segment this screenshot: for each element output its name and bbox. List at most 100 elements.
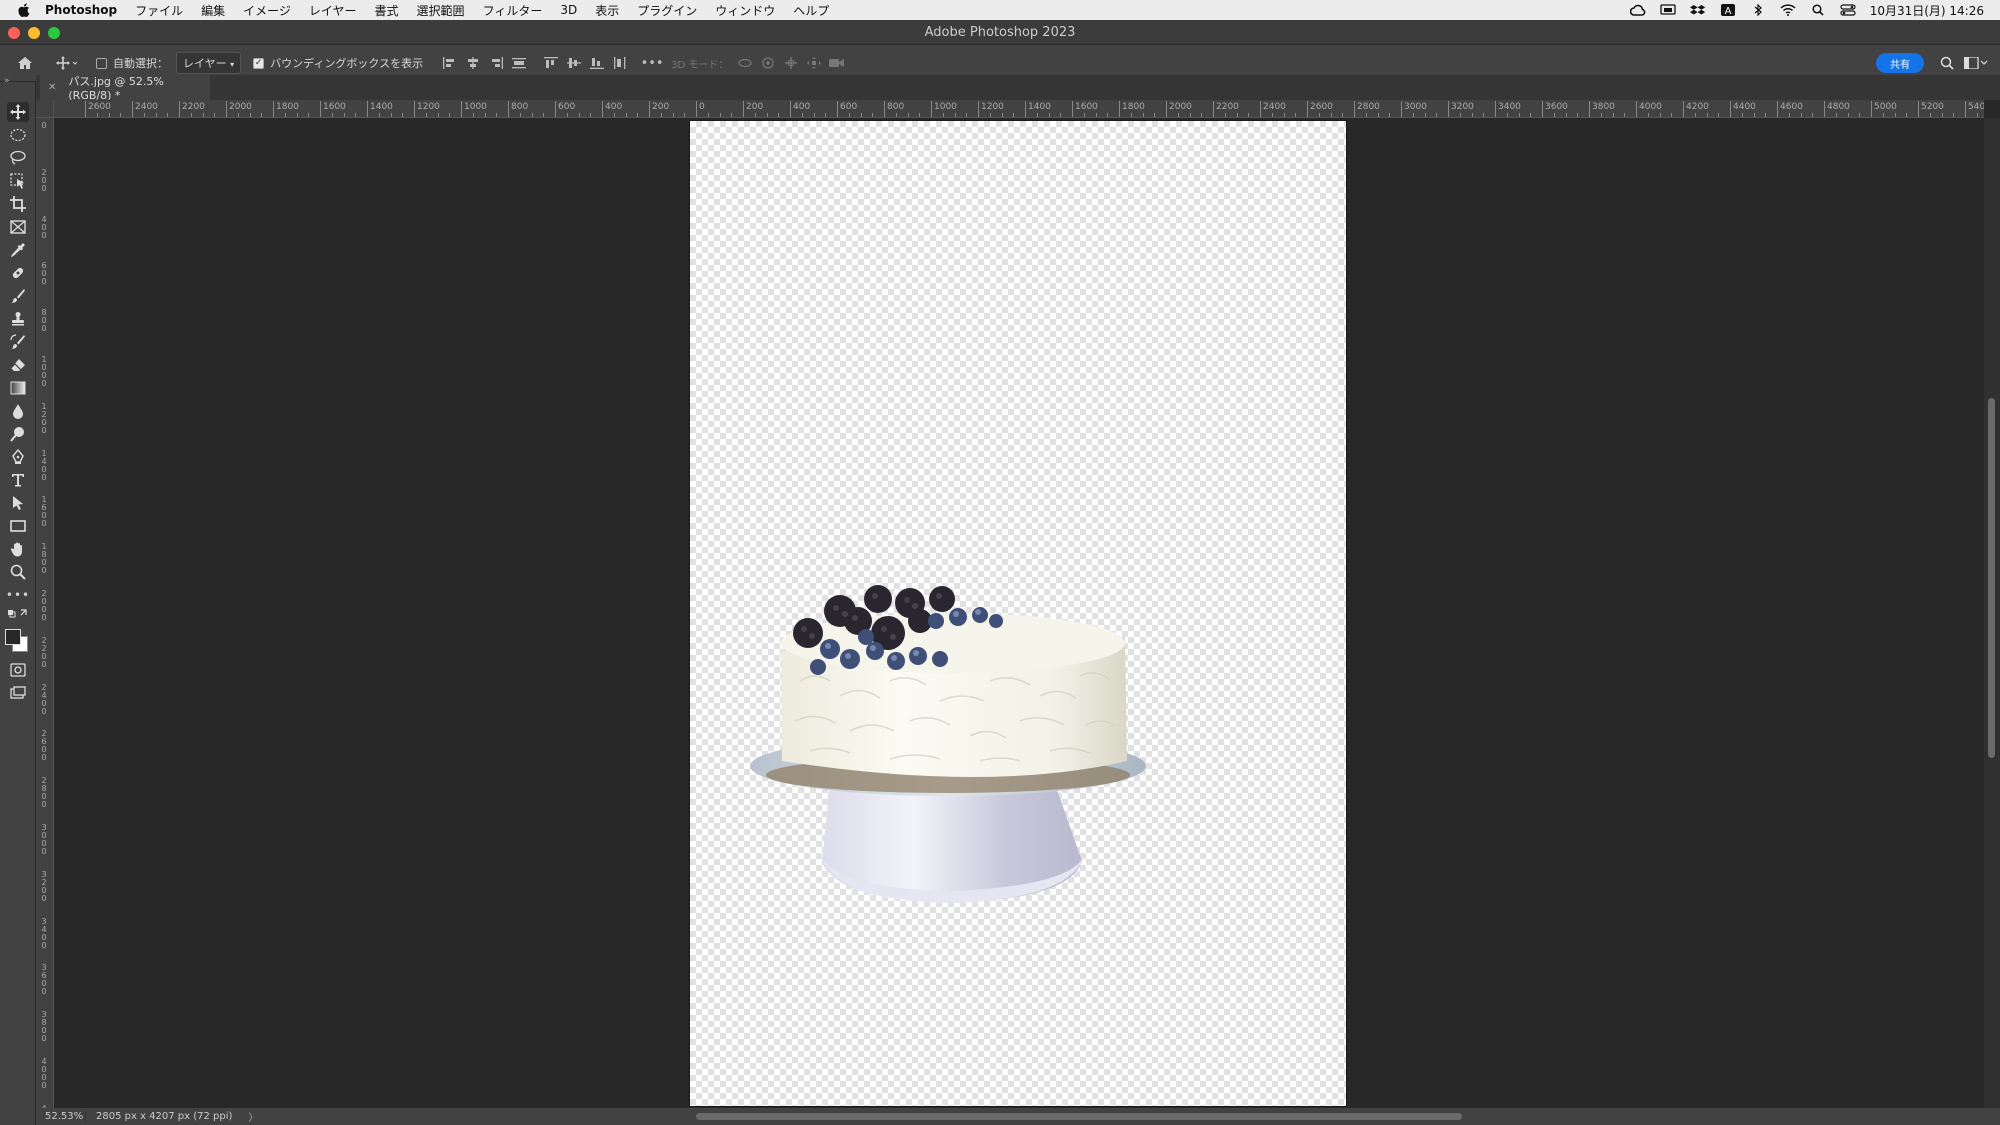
align-right-edges-icon[interactable]: [487, 54, 505, 72]
menu-file[interactable]: ファイル: [135, 2, 183, 19]
distribute-horizontal-icon[interactable]: [611, 54, 629, 72]
more-tools-icon[interactable]: •••: [6, 585, 29, 605]
search-icon[interactable]: [1810, 4, 1826, 16]
zoom-level[interactable]: 52.53%: [36, 1111, 86, 1122]
bounding-box-checkbox[interactable]: ✓: [253, 57, 265, 69]
clone-stamp-tool-icon[interactable]: [7, 309, 29, 329]
ruler-tick: [1600, 113, 1602, 117]
3d-orbit-icon[interactable]: [736, 54, 754, 72]
menu-select[interactable]: 選択範囲: [417, 2, 465, 19]
dodge-tool-icon[interactable]: [7, 424, 29, 444]
menu-plugins[interactable]: プラグイン: [637, 2, 697, 19]
auto-select-target-dropdown[interactable]: レイヤー ▾: [176, 52, 242, 74]
distribute-vertical-icon[interactable]: [510, 54, 528, 72]
share-button[interactable]: 共有: [1876, 53, 1924, 73]
align-bottom-edges-icon[interactable]: [588, 54, 606, 72]
dropbox-icon[interactable]: [1689, 4, 1706, 16]
ruler-tick-label: 5400: [1968, 102, 1984, 112]
lasso-tool-icon[interactable]: [7, 148, 29, 168]
ruler-tick: [1307, 101, 1308, 117]
foreground-color-swatch[interactable]: [5, 629, 21, 645]
menu-layer[interactable]: レイヤー: [309, 2, 357, 19]
screen-mode-icon[interactable]: [7, 683, 29, 703]
eraser-tool-icon[interactable]: [7, 355, 29, 375]
quick-mask-icon[interactable]: [7, 660, 29, 680]
creative-cloud-icon[interactable]: [1629, 4, 1646, 16]
path-selection-tool-icon[interactable]: [7, 493, 29, 513]
3d-pan-icon[interactable]: [782, 54, 800, 72]
document-tab[interactable]: ✕ パス.jpg @ 52.5% (RGB/8) *: [40, 75, 210, 102]
ruler-tick: [1636, 101, 1637, 117]
control-center-icon[interactable]: [1840, 4, 1856, 16]
ruler-tick: [1506, 113, 1508, 117]
menubar-clock[interactable]: 10月31日(月) 14:26: [1870, 2, 1984, 19]
align-horizontal-centers-icon[interactable]: [464, 54, 482, 72]
auto-select-checkbox[interactable]: [96, 57, 107, 69]
document-canvas[interactable]: [689, 120, 1347, 1107]
close-tab-icon[interactable]: ✕: [48, 82, 56, 93]
ruler-tick: [1130, 113, 1132, 117]
horizontal-ruler[interactable]: 2600 2400 2200 2000 1800 1600 1400 1200 1000 800 6…: [54, 100, 1984, 118]
pen-tool-icon[interactable]: [7, 447, 29, 467]
move-tool-preset-button[interactable]: [50, 56, 84, 70]
menu-help[interactable]: ヘルプ: [793, 2, 829, 19]
3d-roll-icon[interactable]: [759, 54, 777, 72]
zoom-tool-icon[interactable]: [7, 562, 29, 582]
align-left-edges-icon[interactable]: [441, 54, 459, 72]
ruler-tick-label: 0: [699, 102, 705, 112]
ruler-tick: [719, 113, 721, 117]
apple-icon[interactable]: [17, 3, 31, 17]
menu-app-name[interactable]: Photoshop: [45, 3, 117, 17]
ruler-tick: [390, 113, 392, 117]
crop-tool-icon[interactable]: [7, 194, 29, 214]
menu-type[interactable]: 書式: [375, 2, 399, 19]
eyedropper-tool-icon[interactable]: [7, 240, 29, 260]
blur-tool-icon[interactable]: [7, 401, 29, 421]
align-top-edges-icon[interactable]: [542, 54, 560, 72]
workspace-switcher-icon[interactable]: [1964, 57, 1988, 69]
bluetooth-icon[interactable]: [1750, 4, 1766, 16]
ruler-origin[interactable]: [36, 100, 54, 118]
ruler-tick: [1495, 101, 1496, 117]
vertical-scrollbar[interactable]: [1984, 118, 2000, 1108]
home-button[interactable]: [12, 56, 38, 70]
menu-image[interactable]: イメージ: [243, 2, 291, 19]
vertical-scrollbar-thumb[interactable]: [1988, 398, 1995, 758]
canvas-workspace[interactable]: [54, 118, 1984, 1108]
ruler-tick: [1530, 113, 1532, 117]
3d-slide-icon[interactable]: [805, 54, 823, 72]
move-tool-icon[interactable]: [7, 102, 29, 122]
wifi-icon[interactable]: [1780, 4, 1796, 16]
rectangle-tool-icon[interactable]: [7, 516, 29, 536]
vertical-ruler[interactable]: 0 200 400 600 800 1000 1200 1400 1600 1800 2000 220…: [36, 118, 54, 1108]
menu-window[interactable]: ウィンドウ: [715, 2, 775, 19]
menu-filter[interactable]: フィルター: [483, 2, 543, 19]
ruler-tick: [190, 113, 192, 117]
history-brush-tool-icon[interactable]: [7, 332, 29, 352]
panel-collapse-icon[interactable]: »: [4, 76, 10, 86]
more-options-icon[interactable]: •••: [641, 54, 664, 72]
adobe-acrobat-icon[interactable]: A: [1720, 4, 1736, 16]
screen-mirroring-icon[interactable]: [1660, 4, 1676, 16]
align-vertical-centers-icon[interactable]: [565, 54, 583, 72]
swap-colors-icon[interactable]: [7, 607, 29, 621]
ruler-tick-label: 1200: [41, 401, 47, 435]
menu-view[interactable]: 表示: [595, 2, 619, 19]
brush-tool-icon[interactable]: [7, 286, 29, 306]
search-icon[interactable]: [1940, 56, 1954, 70]
marquee-tool-icon[interactable]: [7, 125, 29, 145]
frame-tool-icon[interactable]: [7, 217, 29, 237]
gradient-tool-icon[interactable]: [7, 378, 29, 398]
3d-camera-icon[interactable]: [828, 54, 846, 72]
type-tool-icon[interactable]: [7, 470, 29, 490]
hand-tool-icon[interactable]: [7, 539, 29, 559]
object-selection-tool-icon[interactable]: [7, 171, 29, 191]
menu-edit[interactable]: 編集: [201, 2, 225, 19]
status-info-menu-arrow[interactable]: 〉: [248, 1109, 258, 1124]
ruler-tick: [320, 101, 321, 117]
menu-3d[interactable]: 3D: [560, 3, 577, 17]
horizontal-scrollbar-thumb[interactable]: [696, 1113, 1462, 1120]
ruler-tick-label: 600: [41, 261, 47, 287]
ruler-tick: [1213, 101, 1214, 117]
healing-brush-tool-icon[interactable]: [7, 263, 29, 283]
